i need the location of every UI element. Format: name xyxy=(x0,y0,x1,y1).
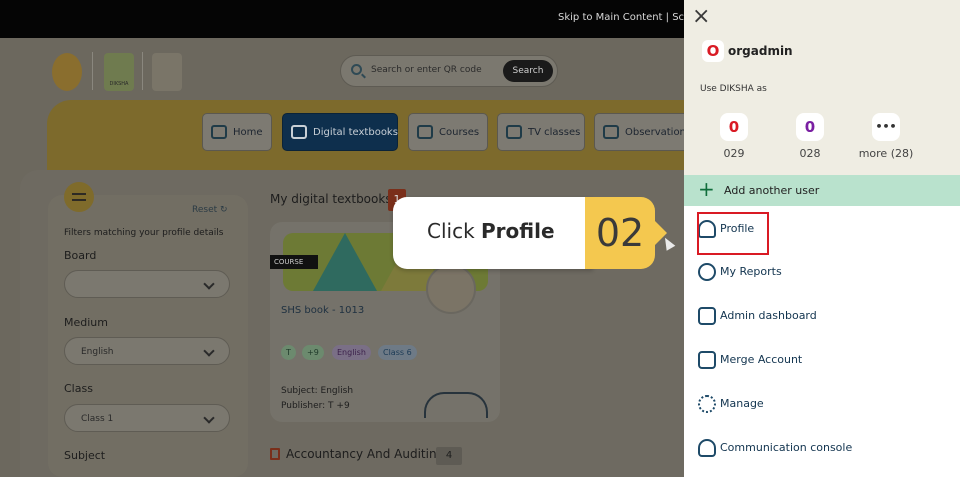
menu-label: Manage xyxy=(720,397,764,410)
more-icon: ••• xyxy=(872,113,900,141)
home-icon xyxy=(211,125,227,139)
avatar: O xyxy=(702,40,724,62)
tutorial-callout: Click Profile 02 xyxy=(393,197,669,269)
menu-label: Communication console xyxy=(720,441,853,454)
course-tag: COURSE xyxy=(270,255,318,269)
tag-pill: T xyxy=(281,345,296,360)
section-title: Accountancy And Auditing xyxy=(286,447,445,461)
tag-pill: Class 6 xyxy=(378,345,417,360)
callout-bold: Profile xyxy=(481,219,555,243)
managed-user-029[interactable]: 0 029 xyxy=(704,113,764,160)
menu-item-manage[interactable]: Manage xyxy=(684,387,960,423)
menu-item-admin-dashboard[interactable]: Admin dashboard xyxy=(684,299,960,335)
user-label: 029 xyxy=(723,147,745,160)
board-label: Board xyxy=(64,249,97,262)
reset-label: Reset xyxy=(192,205,218,215)
logo-divider xyxy=(142,52,143,90)
add-another-user-button[interactable]: + Add another user xyxy=(684,175,960,206)
search-button[interactable]: Search xyxy=(503,60,553,82)
plus-icon: + xyxy=(698,177,715,201)
close-icon[interactable]: × xyxy=(692,6,710,28)
logo-divider xyxy=(92,52,93,90)
class-select[interactable]: Class 1 xyxy=(64,404,230,432)
merge-icon xyxy=(698,351,716,369)
callout-prefix: Click xyxy=(427,219,482,243)
people-icon xyxy=(698,439,716,457)
filter-icon[interactable] xyxy=(64,182,94,212)
page: { "header": {"skip_link": "Skip to Main … xyxy=(0,0,960,477)
menu-item-my-reports[interactable]: My Reports xyxy=(684,255,960,291)
reports-icon xyxy=(698,263,716,281)
filter-hint: Filters matching your profile details xyxy=(64,228,224,238)
card-subject: Subject: English xyxy=(281,386,354,396)
callout-box: Click Profile xyxy=(393,197,593,269)
banner-shape xyxy=(313,233,377,291)
diksha-logo-text: DIKSHA xyxy=(109,81,129,87)
menu-label: My Reports xyxy=(720,265,782,278)
board-select[interactable] xyxy=(64,270,230,298)
section-title: My digital textbooks xyxy=(270,192,392,206)
reset-icon: ↻ xyxy=(220,205,228,215)
search-input[interactable]: Search or enter QR code xyxy=(371,65,482,75)
menu-label: Admin dashboard xyxy=(720,309,817,322)
reset-filters-button[interactable]: Reset ↻ xyxy=(192,205,228,215)
avatar: 0 xyxy=(796,113,824,141)
card-decoration xyxy=(424,392,488,418)
state-emblem-logo xyxy=(52,53,82,91)
medium-label: Medium xyxy=(64,316,108,329)
user-label: more (28) xyxy=(858,147,914,160)
user-label: 028 xyxy=(799,147,821,160)
tv-icon xyxy=(506,125,522,139)
clipboard-icon xyxy=(603,125,619,139)
nav-label: Home xyxy=(233,126,263,138)
nav-courses[interactable]: Courses xyxy=(408,113,488,151)
nav-label: Courses xyxy=(439,126,480,138)
tag-pill: +9 xyxy=(302,345,324,360)
step-number: 02 xyxy=(585,197,655,269)
class-label: Class xyxy=(64,382,93,395)
diksha-logo[interactable]: DIKSHA xyxy=(104,53,134,91)
avatar: 0 xyxy=(720,113,748,141)
callout-text: Click Profile xyxy=(427,219,555,243)
use-as-label: Use DIKSHA as xyxy=(700,84,767,94)
current-user-name: orgadmin xyxy=(728,44,793,58)
add-user-label: Add another user xyxy=(724,184,820,197)
nav-observations[interactable]: Observations xyxy=(594,113,691,151)
more-users[interactable]: ••• more (28) xyxy=(856,113,916,160)
dashboard-icon xyxy=(698,307,716,325)
profile-highlight-box xyxy=(697,212,769,255)
nav-digital-textbooks[interactable]: Digital textbooks xyxy=(282,113,398,151)
medium-select[interactable]: English xyxy=(64,337,230,365)
tag-pill: English xyxy=(332,345,371,360)
count-badge: 4 xyxy=(436,447,462,465)
nav-label: TV classes xyxy=(528,126,581,138)
subject-label: Subject xyxy=(64,449,106,462)
course-thumbnail xyxy=(426,264,476,314)
book-icon xyxy=(270,448,280,460)
search-icon xyxy=(351,64,362,75)
nav-home[interactable]: Home xyxy=(202,113,272,151)
nav-tv-classes[interactable]: TV classes xyxy=(497,113,585,151)
nav-label: Observations xyxy=(625,126,692,138)
menu-item-merge-account[interactable]: Merge Account xyxy=(684,343,960,379)
gear-icon xyxy=(698,395,716,413)
card-publisher: Publisher: T +9 xyxy=(281,401,350,411)
nav-label: Digital textbooks xyxy=(313,126,398,138)
national-emblem-logo xyxy=(152,53,182,91)
managed-user-028[interactable]: 0 028 xyxy=(780,113,840,160)
menu-item-communication-console[interactable]: Communication console xyxy=(684,431,960,467)
book-icon xyxy=(291,125,307,139)
graduation-cap-icon xyxy=(417,125,433,139)
card-title[interactable]: SHS book - 1013 xyxy=(281,305,364,316)
search-bar: Search or enter QR code Search xyxy=(340,55,558,87)
menu-label: Merge Account xyxy=(720,353,803,366)
